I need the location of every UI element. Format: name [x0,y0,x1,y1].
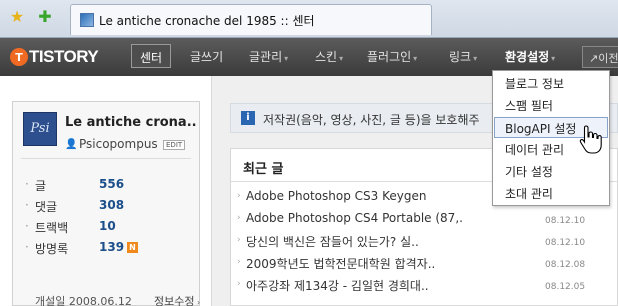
post-date: 08.12.08 [545,260,586,270]
avatar[interactable]: Psi [23,112,57,146]
chevron-down-icon: ▾ [473,54,478,63]
stat-guestbook[interactable]: · 방명록 139 N [23,240,193,258]
post-title[interactable]: 2009학년도 법학전문대학원 합격자.. [246,255,435,272]
nav-write[interactable]: 글쓰기 [190,48,223,65]
nav-settings[interactable]: 환경설정 ▾ [505,48,555,65]
stat-value: 139 [99,240,125,254]
nav-center[interactable]: 센터 [131,44,172,68]
menu-item-blog-info[interactable]: 블로그 정보 [494,73,608,94]
stat-label: 트랙백 [35,221,69,235]
browser-tab[interactable]: Le antiche cronache del 1985 :: 센터 [70,4,432,35]
hand-cursor-icon [579,125,602,154]
bullet-icon: · [25,219,29,233]
nav-plugin[interactable]: 플러그인 ▾ [367,48,417,65]
tab-title: Le antiche cronache del 1985 :: 센터 [99,14,315,28]
browser-tab-bar: ★ ✚ Le antiche cronache del 1985 :: 센터 [0,0,618,38]
nav-label: 환경설정 [505,50,550,64]
list-item[interactable]: › 아주강좌 제134강 - 김일현 경희대.. 08.12.05 [237,277,617,297]
list-item[interactable]: › 당신의 백신은 잠들어 있는가? 실.. 08.12.10 [237,233,617,253]
recent-posts-header: 최근 글 [243,162,284,177]
chevron-down-icon: ▾ [551,54,556,63]
post-title[interactable]: Adobe Photoshop CS3 Keygen [246,189,426,203]
bullet-icon: › [237,213,241,223]
tistory-logo[interactable]: T TISTORY [10,45,99,69]
stat-value: 308 [99,198,125,212]
add-favorite-icon[interactable]: ✚ [36,8,54,26]
menu-item-other-settings[interactable]: 기타 설정 [494,161,608,182]
divider [21,158,191,159]
opened-date: 개설일 2008.06.12 [35,295,132,306]
nav-skin[interactable]: 스킨 ▾ [315,48,343,65]
list-item[interactable]: › Adobe Photoshop CS4 Portable (87,. 08.… [237,211,617,231]
stat-trackbacks[interactable]: · 트랙백 10 [23,219,193,237]
info-edit-label: 정보수정 [154,295,195,306]
profile-box: Psi Le antiche crona.. 👤 Psicopompus EDI… [12,101,200,306]
notice-text[interactable]: 저작권(음악, 영상, 사진, 글 등)을 보호해주 [263,111,480,128]
bullet-icon: › [237,235,241,245]
chevron-down-icon: ▾ [339,54,344,63]
bullet-icon: · [25,177,29,191]
post-title[interactable]: Adobe Photoshop CS4 Portable (87,. [246,211,463,225]
left-column: Psi Le antiche crona.. 👤 Psicopompus EDI… [0,76,212,306]
user-icon: 👤 [65,139,78,150]
bullet-icon: · [25,240,29,254]
edit-profile-button[interactable]: EDIT [163,140,186,150]
stat-label: 방명록 [35,242,69,256]
nav-label: 글관리 [249,50,283,64]
nav-label: 링크 [449,50,472,64]
stat-label: 댓글 [35,200,58,214]
post-date: 08.12.10 [545,238,586,248]
post-date: 08.12.10 [545,216,586,226]
nav-manage-posts[interactable]: 글관리 ▾ [249,48,288,65]
chevron-down-icon: ▾ [413,54,418,63]
bullet-icon: › [237,257,241,267]
list-item[interactable]: › 2009학년도 법학전문대학원 합격자.. 08.12.08 [237,255,617,275]
site-favicon-icon [80,13,94,27]
new-badge: N [127,242,138,253]
bullet-icon: › [237,191,241,201]
stat-posts[interactable]: · 글 556 [23,177,193,195]
nav-label: 플러그인 [367,50,412,64]
post-title[interactable]: 아주강좌 제134강 - 김일현 경희대.. [246,277,429,294]
prev-button[interactable]: ↗이전 [582,46,618,68]
post-title[interactable]: 당신의 백신은 잠들어 있는가? 실.. [246,233,419,250]
info-icon: i [241,111,255,125]
stat-comments[interactable]: · 댓글 308 [23,198,193,216]
stat-label: 글 [35,179,47,193]
info-edit-link[interactable]: 정보수정 › [154,293,200,306]
bullet-icon: › [237,279,241,289]
prev-label: 이전 [598,52,618,65]
favorites-star-icon[interactable]: ★ [8,8,26,26]
blog-name[interactable]: Le antiche crona.. [65,115,197,130]
nav-link[interactable]: 링크 ▾ [449,48,477,65]
username: Psicopompus [79,137,158,151]
stat-value: 556 [99,177,125,191]
chevron-down-icon: ▾ [284,54,289,63]
menu-item-invite-management[interactable]: 초대 관리 [494,183,608,204]
tistory-t-icon: T [10,48,28,66]
chevron-right-icon: › [194,298,201,306]
stat-value: 10 [99,219,116,233]
nav-label: 스킨 [315,50,338,64]
back-arrow-icon: ↗ [589,52,599,65]
post-date: 08.12.05 [545,282,586,292]
logo-text: TISTORY [29,47,99,66]
menu-item-spam-filter[interactable]: 스팸 필터 [494,95,608,116]
bullet-icon: · [25,198,29,212]
